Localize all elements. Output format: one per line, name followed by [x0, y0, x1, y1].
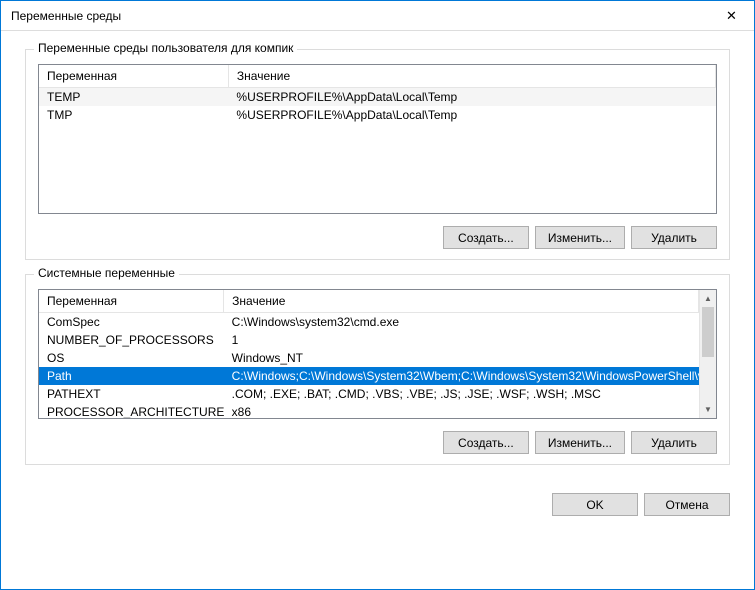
user-variables-group: Переменные среды пользователя для компик… — [25, 49, 730, 260]
system-delete-button[interactable]: Удалить — [631, 431, 717, 454]
var-name: OS — [39, 349, 224, 367]
system-create-button[interactable]: Создать... — [443, 431, 529, 454]
system-variables-group: Системные переменные Переменная Значение… — [25, 274, 730, 465]
var-name: ComSpec — [39, 313, 224, 332]
var-value: C:\Windows\system32\cmd.exe — [224, 313, 699, 332]
var-name: NUMBER_OF_PROCESSORS — [39, 331, 224, 349]
dialog-button-row: OK Отмена — [1, 487, 754, 530]
cancel-button[interactable]: Отмена — [644, 493, 730, 516]
system-table-container[interactable]: Переменная Значение ComSpec C:\Windows\s… — [38, 289, 717, 419]
system-edit-button[interactable]: Изменить... — [535, 431, 625, 454]
scroll-thumb[interactable] — [702, 307, 714, 357]
table-row[interactable]: Path C:\Windows;C:\Windows\System32\Wbem… — [39, 367, 699, 385]
close-icon: ✕ — [726, 8, 737, 24]
scroll-track[interactable] — [700, 357, 716, 401]
window-title: Переменные среды — [11, 9, 121, 23]
var-name: Path — [39, 367, 224, 385]
var-value: %USERPROFILE%\AppData\Local\Temp — [228, 88, 715, 107]
system-col-name[interactable]: Переменная — [39, 290, 224, 313]
table-row[interactable]: OS Windows_NT — [39, 349, 699, 367]
close-button[interactable]: ✕ — [709, 1, 754, 31]
system-group-label: Системные переменные — [34, 266, 179, 280]
var-value: .COM; .EXE; .BAT; .CMD; .VBS; .VBE; .JS;… — [224, 385, 699, 403]
user-variables-table: Переменная Значение TEMP %USERPROFILE%\A… — [39, 65, 716, 124]
system-button-row: Создать... Изменить... Удалить — [38, 431, 717, 454]
system-variables-table: Переменная Значение ComSpec C:\Windows\s… — [39, 290, 699, 419]
user-button-row: Создать... Изменить... Удалить — [38, 226, 717, 249]
var-value: %USERPROFILE%\AppData\Local\Temp — [228, 106, 715, 124]
table-row[interactable]: ComSpec C:\Windows\system32\cmd.exe — [39, 313, 699, 332]
table-row[interactable]: TEMP %USERPROFILE%\AppData\Local\Temp — [39, 88, 716, 107]
var-name: TMP — [39, 106, 228, 124]
table-row[interactable]: PATHEXT .COM; .EXE; .BAT; .CMD; .VBS; .V… — [39, 385, 699, 403]
var-value: C:\Windows;C:\Windows\System32\Wbem;C:\W… — [224, 367, 699, 385]
scrollbar[interactable]: ▲ ▼ — [699, 290, 716, 418]
scroll-up-icon[interactable]: ▲ — [700, 290, 716, 307]
var-name: PATHEXT — [39, 385, 224, 403]
var-value: 1 — [224, 331, 699, 349]
var-name: TEMP — [39, 88, 228, 107]
user-table-container[interactable]: Переменная Значение TEMP %USERPROFILE%\A… — [38, 64, 717, 214]
dialog-content: Переменные среды пользователя для компик… — [1, 31, 754, 487]
scroll-down-icon[interactable]: ▼ — [700, 401, 716, 418]
user-col-name[interactable]: Переменная — [39, 65, 228, 88]
titlebar: Переменные среды ✕ — [1, 1, 754, 31]
user-delete-button[interactable]: Удалить — [631, 226, 717, 249]
user-group-label: Переменные среды пользователя для компик — [34, 41, 297, 55]
table-row[interactable]: TMP %USERPROFILE%\AppData\Local\Temp — [39, 106, 716, 124]
system-col-value[interactable]: Значение — [224, 290, 699, 313]
ok-button[interactable]: OK — [552, 493, 638, 516]
user-col-value[interactable]: Значение — [228, 65, 715, 88]
var-name: PROCESSOR_ARCHITECTURE — [39, 403, 224, 419]
table-row[interactable]: NUMBER_OF_PROCESSORS 1 — [39, 331, 699, 349]
user-create-button[interactable]: Создать... — [443, 226, 529, 249]
var-value: x86 — [224, 403, 699, 419]
user-edit-button[interactable]: Изменить... — [535, 226, 625, 249]
var-value: Windows_NT — [224, 349, 699, 367]
table-row[interactable]: PROCESSOR_ARCHITECTURE x86 — [39, 403, 699, 419]
